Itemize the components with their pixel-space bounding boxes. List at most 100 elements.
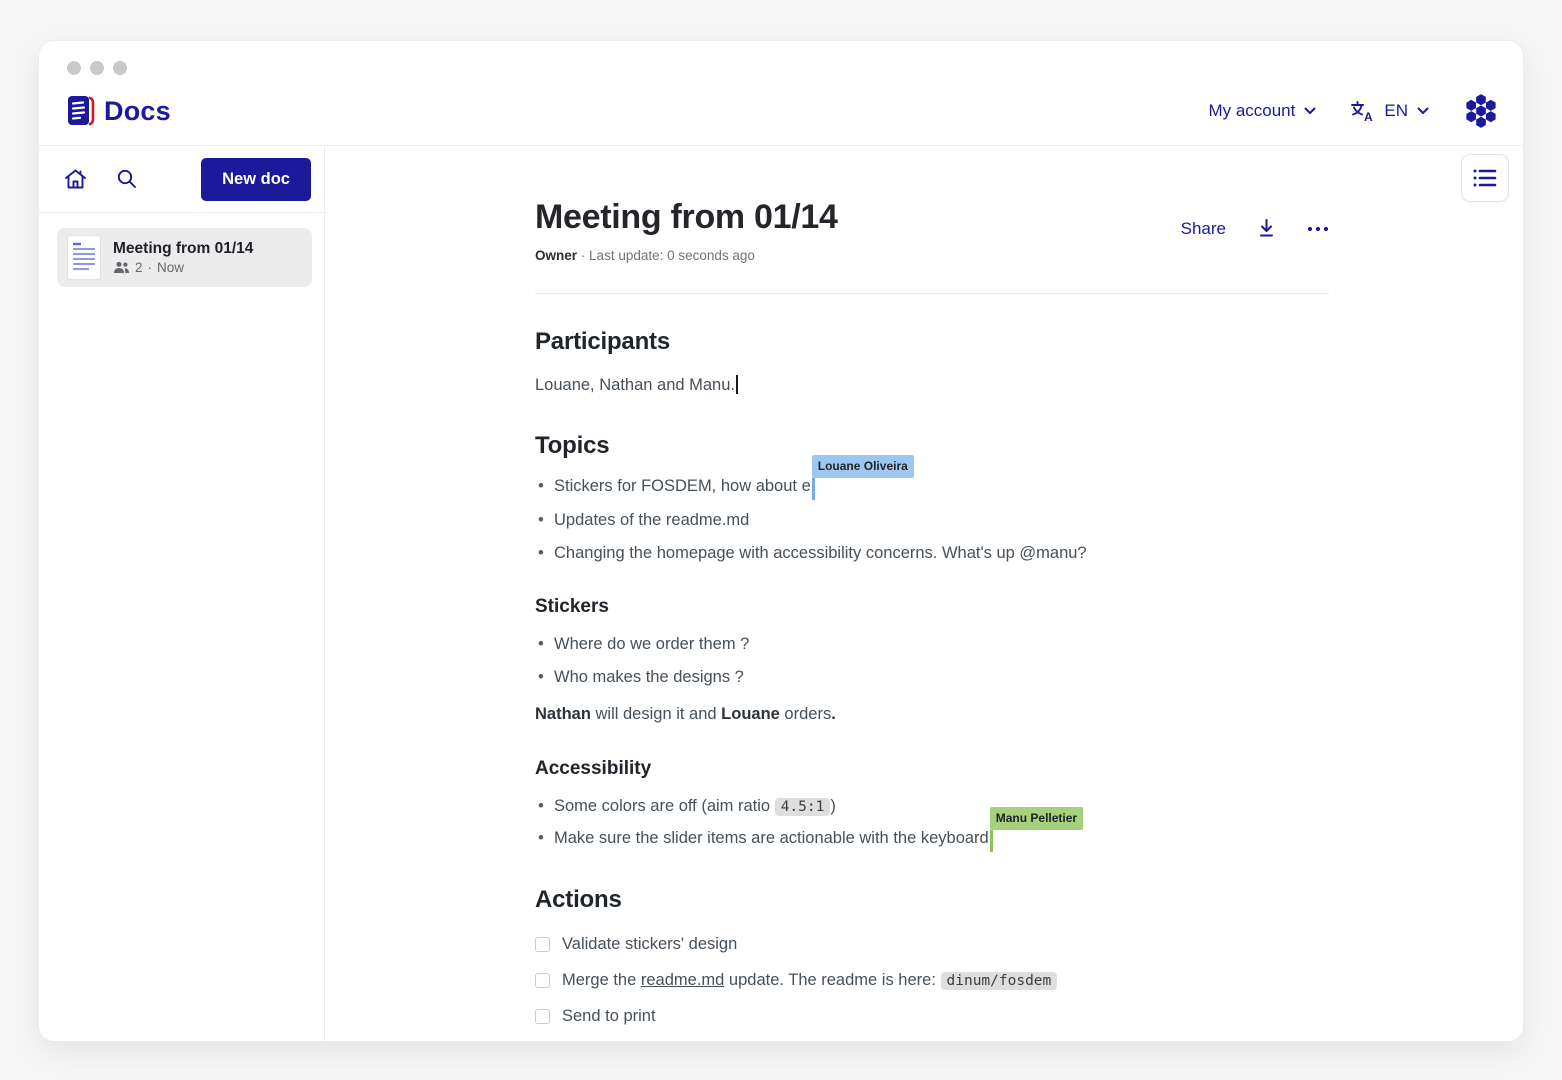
doc-text: Changing the homepage with accessibility… <box>554 544 1087 562</box>
doc-text-bold: Louane <box>721 705 780 723</box>
doc-list-item: Who makes the designs ? <box>535 665 1329 690</box>
doc-divider <box>535 293 1329 294</box>
doc-paragraph: Nathan will design it and Louane orders. <box>535 702 1329 727</box>
app-logo[interactable]: Docs <box>65 94 171 128</box>
doc-heading: Accessibility <box>535 755 1329 784</box>
doc-text: ) <box>830 797 836 815</box>
doc-heading: Topics <box>535 428 1329 464</box>
doc-list-item: Stickers for FOSDEM, how about eLouane O… <box>535 474 1329 500</box>
download-button[interactable] <box>1256 218 1277 239</box>
doc-title: Meeting from 01/14 <box>535 198 838 237</box>
checkbox[interactable] <box>535 973 550 988</box>
language-label: EN <box>1384 101 1408 121</box>
collab-cursor-label: Manu Pelletier <box>990 807 1083 830</box>
meta-separator: · <box>148 260 153 275</box>
my-account-label: My account <box>1208 101 1295 121</box>
window-dot[interactable] <box>90 61 104 75</box>
download-icon <box>1256 218 1277 239</box>
doc-text: Validate stickers' design <box>562 935 737 953</box>
hexagon-grid-icon <box>1463 94 1499 128</box>
doc-meta: Owner · Last update: 0 seconds ago <box>535 248 838 263</box>
doc-text: will design it and <box>591 705 721 723</box>
doc-text: Louane, Nathan and Manu. <box>535 376 735 394</box>
collab-cursor-label: Louane Oliveira <box>812 455 914 478</box>
chevron-down-icon <box>1417 107 1429 115</box>
search-icon <box>115 167 139 191</box>
my-account-menu[interactable]: My account <box>1208 101 1316 121</box>
doc-list-item[interactable]: Meeting from 01/14 2 <box>57 228 312 287</box>
doc-text: Merge the <box>562 971 641 989</box>
doc-heading: Participants <box>535 324 1329 360</box>
members-icon <box>113 261 130 274</box>
collab-cursor-louane: Louane Oliveira <box>812 478 815 500</box>
doc-text: Make sure the slider items are actionabl… <box>554 829 989 847</box>
docs-logo-icon <box>65 94 95 128</box>
collab-cursor-manu: Manu Pelletier <box>990 830 993 852</box>
doc-paragraph: Louane, Nathan and Manu. <box>535 373 1329 398</box>
doc-header: Meeting from 01/14 Owner · Last update: … <box>535 198 1329 263</box>
checklist-label: Validate stickers' design <box>562 932 737 957</box>
checklist-label: Merge the readme.md update. The readme i… <box>562 968 1057 993</box>
doc-text-bold: Nathan <box>535 705 591 723</box>
doc-bullet-list: Some colors are off (aim ratio 4.5:1) Mak… <box>535 794 1329 853</box>
app-title: Docs <box>104 96 171 127</box>
checklist-label: Send to print <box>562 1004 656 1029</box>
doc-list-item: Where do we order them ? <box>535 632 1329 657</box>
doc-text: Stickers for FOSDEM, how about e <box>554 477 811 495</box>
checkbox[interactable] <box>535 937 550 952</box>
checkbox[interactable] <box>535 1009 550 1024</box>
owner-badge: Owner <box>535 248 577 263</box>
app-header: Docs My account A <box>39 41 1523 146</box>
doc-list-item: Make sure the slider items are actionabl… <box>535 826 1329 852</box>
window-controls[interactable] <box>67 61 127 75</box>
window-dot[interactable] <box>67 61 81 75</box>
doc-text: Where do we order them ? <box>554 635 749 653</box>
list-summary-icon <box>1472 167 1498 189</box>
chevron-down-icon <box>1304 107 1316 115</box>
last-update: Last update: 0 seconds ago <box>589 248 755 263</box>
doc-list: Meeting from 01/14 2 <box>39 213 324 287</box>
search-button[interactable] <box>115 167 139 191</box>
doc-bullet-list: Where do we order them ? Who makes the de… <box>535 632 1329 690</box>
inline-code: 4.5:1 <box>775 798 831 816</box>
members-count: 2 <box>135 260 143 275</box>
doc-text: orders <box>780 705 831 723</box>
doc-list-item: Some colors are off (aim ratio 4.5:1) <box>535 794 1329 819</box>
ellipsis-icon <box>1307 226 1329 232</box>
doc-text-bold: . <box>831 705 836 723</box>
home-icon <box>63 167 88 191</box>
doc-text: Send to print <box>562 1007 656 1025</box>
la-suite-apps-button[interactable] <box>1463 94 1499 128</box>
doc-heading: Stickers <box>535 593 1329 622</box>
doc-text: update. The readme is here: <box>724 971 940 989</box>
doc-updated: Now <box>157 260 184 275</box>
table-of-contents-button[interactable] <box>1461 154 1509 202</box>
doc-text: Who makes the designs ? <box>554 668 744 686</box>
svg-text:A: A <box>1364 110 1373 123</box>
sidebar: New doc <box>39 146 325 1041</box>
doc-list-item: Changing the homepage with accessibility… <box>535 541 1329 566</box>
doc-heading: Actions <box>535 882 1329 918</box>
doc-text: Some colors are off (aim ratio <box>554 797 775 815</box>
text-caret <box>736 375 738 394</box>
doc-text: Updates of the readme.md <box>554 511 749 529</box>
doc-checklist-item: Validate stickers' design <box>535 932 1329 957</box>
doc-item-title: Meeting from 01/14 <box>113 240 253 258</box>
window-dot[interactable] <box>113 61 127 75</box>
document-icon <box>67 235 101 280</box>
doc-link[interactable]: readme.md <box>641 971 724 989</box>
home-button[interactable] <box>63 167 88 191</box>
doc-bullet-list: Stickers for FOSDEM, how about eLouane O… <box>535 474 1329 566</box>
language-selector[interactable]: A EN <box>1350 100 1429 123</box>
translate-icon: A <box>1350 100 1375 123</box>
doc-checklist-item: Merge the readme.md update. The readme i… <box>535 968 1329 993</box>
doc-list-item: Updates of the readme.md <box>535 508 1329 533</box>
inline-code: dinum/fosdem <box>941 972 1058 990</box>
doc-checklist-item: Send to print <box>535 1004 1329 1029</box>
doc-editor[interactable]: Participants Louane, Nathan and Manu. Topi… <box>535 324 1329 1041</box>
new-doc-button[interactable]: New doc <box>201 158 311 201</box>
more-options-button[interactable] <box>1307 226 1329 232</box>
app-window: Docs My account A <box>38 40 1524 1042</box>
main-panel: Meeting from 01/14 Owner · Last update: … <box>325 146 1523 1041</box>
share-button[interactable]: Share <box>1181 219 1226 239</box>
